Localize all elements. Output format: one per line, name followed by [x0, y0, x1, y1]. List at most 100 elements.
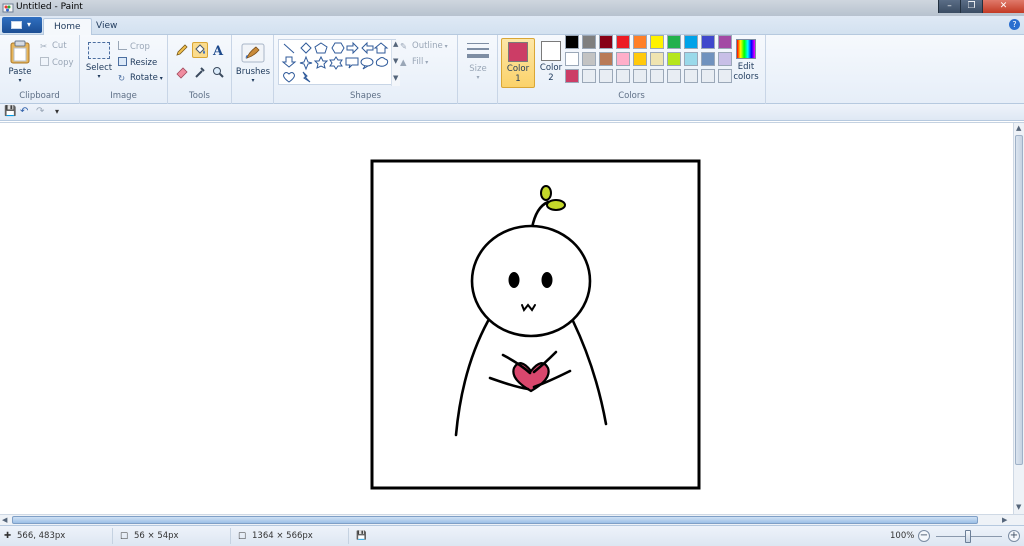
file-menu-button[interactable]: ▾ [2, 17, 42, 33]
canvas-workspace[interactable]: ▲ ▼ [0, 122, 1024, 515]
cut-button[interactable]: ✂ Cut [40, 41, 67, 52]
expand-gallery-icon[interactable]: ▼ [393, 74, 398, 82]
palette-swatch[interactable] [718, 69, 732, 83]
chevron-up-icon[interactable]: ▲ [393, 40, 398, 48]
brushes-button[interactable]: Brushes ▾ [234, 40, 272, 84]
palette-swatch[interactable] [684, 69, 698, 83]
palette-swatch[interactable] [616, 69, 630, 83]
palette-swatch[interactable] [718, 35, 732, 49]
chevron-down-icon: ▾ [423, 59, 429, 66]
image-group: Select ▾ Crop Resize ↻ Rotate ▾ Image [80, 35, 168, 104]
pencil-tool-button[interactable] [174, 42, 190, 58]
eraser-tool-button[interactable] [174, 64, 190, 80]
palette-swatch[interactable] [582, 35, 596, 49]
palette-swatch[interactable] [667, 35, 681, 49]
arrow-down-shape-icon [281, 56, 297, 68]
selection-size: 56 × 54px [134, 531, 179, 541]
shapes-gallery[interactable]: ▲ ▼ ▼ [278, 39, 400, 86]
palette-swatch[interactable] [701, 35, 715, 49]
redo-icon[interactable]: ↷ [36, 106, 44, 117]
palette-swatch[interactable] [650, 52, 664, 66]
zoom-out-button[interactable]: − [918, 530, 930, 542]
edit-colors-button[interactable]: Edit colors [730, 39, 762, 82]
palette-swatch[interactable] [599, 52, 613, 66]
copy-button[interactable]: Copy [40, 57, 74, 68]
shapes-group-label: Shapes [349, 91, 382, 101]
palette-swatch[interactable] [633, 69, 647, 83]
color2-button[interactable]: Color 2 [534, 38, 568, 88]
vertical-scroll-thumb[interactable] [1015, 135, 1023, 465]
undo-icon[interactable]: ↶ [20, 106, 28, 117]
customize-toolbar-icon[interactable]: ▾ [55, 107, 59, 116]
menu-icon [11, 21, 22, 29]
chevron-up-icon[interactable]: ▲ [1016, 124, 1021, 132]
palette-swatch[interactable] [565, 69, 579, 83]
color-spectrum-icon [736, 39, 756, 59]
palette-swatch[interactable] [701, 69, 715, 83]
palette-swatch[interactable] [650, 69, 664, 83]
horizontal-scroll-thumb[interactable] [12, 516, 978, 524]
palette-swatch[interactable] [599, 35, 613, 49]
crop-button[interactable]: Crop [118, 41, 150, 52]
quick-access-toolbar: 💾 ↶ ↷ ▾ [0, 104, 1024, 121]
vertical-scrollbar[interactable]: ▲ ▼ [1013, 123, 1024, 515]
ribbon: Paste ▾ ✂ Cut Copy Clipboard Select ▾ Cro… [0, 35, 1024, 104]
palette-swatch[interactable] [650, 35, 664, 49]
chevron-left-icon[interactable]: ◀ [2, 516, 7, 524]
image-size: 1364 × 566px [252, 531, 313, 541]
palette-swatch[interactable] [684, 52, 698, 66]
tab-home[interactable]: Home [43, 18, 92, 35]
cursor-position: 566, 483px [17, 531, 66, 541]
horizontal-scrollbar[interactable]: ◀ ▶ [0, 514, 1024, 525]
minimize-button[interactable]: – [938, 0, 960, 13]
palette-swatch[interactable] [633, 35, 647, 49]
palette-swatch[interactable] [701, 52, 715, 66]
fill-tool-button[interactable] [192, 42, 208, 58]
save-icon[interactable]: 💾 [4, 106, 16, 117]
zoom-slider-thumb[interactable] [965, 530, 971, 543]
palette-swatch[interactable] [565, 35, 579, 49]
maximize-button[interactable]: ❐ [960, 0, 982, 13]
paint-icon [2, 3, 14, 13]
palette-swatch[interactable] [599, 69, 613, 83]
rotate-button[interactable]: ↻ Rotate ▾ [118, 73, 163, 84]
palette-swatch[interactable] [616, 52, 630, 66]
palette-swatch[interactable] [633, 52, 647, 66]
palette-swatch[interactable] [582, 52, 596, 66]
arrow-left-shape-icon [361, 41, 374, 55]
close-button[interactable]: ✕ [982, 0, 1024, 13]
select-button[interactable]: Select ▾ [84, 42, 114, 80]
color-picker-tool-button[interactable] [192, 64, 208, 80]
palette-swatch[interactable] [565, 52, 579, 66]
drawing-canvas[interactable] [370, 159, 702, 491]
outline-button[interactable]: ✎ Outline ▾ [400, 41, 448, 52]
resize-label: Resize [130, 58, 158, 68]
title-bar: Untitled - Paint – ❐ ✕ [0, 0, 1024, 16]
clipboard-group-label: Clipboard [19, 91, 60, 101]
palette-swatch[interactable] [718, 52, 732, 66]
palette-swatch[interactable] [684, 35, 698, 49]
brush-icon [241, 43, 265, 63]
magnifier-tool-button[interactable] [210, 64, 226, 80]
crop-label: Crop [130, 42, 150, 52]
eyedropper-icon [195, 67, 205, 78]
chevron-right-icon[interactable]: ▶ [1002, 516, 1007, 524]
chevron-down-icon[interactable]: ▼ [393, 57, 398, 65]
clipboard-icon [10, 40, 30, 64]
chevron-down-icon[interactable]: ▼ [1016, 503, 1021, 511]
paste-button[interactable]: Paste ▾ [5, 40, 35, 84]
palette-swatch[interactable] [616, 35, 630, 49]
star6-shape-icon [329, 56, 343, 70]
resize-button[interactable]: Resize [118, 57, 157, 68]
shapes-scrollbar[interactable]: ▲ ▼ ▼ [391, 40, 400, 86]
fill-button[interactable]: ▲ Fill ▾ [400, 57, 429, 68]
zoom-in-button[interactable]: + [1008, 530, 1020, 542]
palette-swatch[interactable] [667, 69, 681, 83]
tab-view[interactable]: View [86, 18, 127, 35]
size-button[interactable]: Size ▾ [462, 41, 494, 81]
palette-swatch[interactable] [582, 69, 596, 83]
color1-button[interactable]: Color 1 [501, 38, 535, 88]
palette-swatch[interactable] [667, 52, 681, 66]
help-icon[interactable]: ? [1009, 19, 1020, 30]
text-tool-button[interactable]: A [210, 42, 226, 59]
